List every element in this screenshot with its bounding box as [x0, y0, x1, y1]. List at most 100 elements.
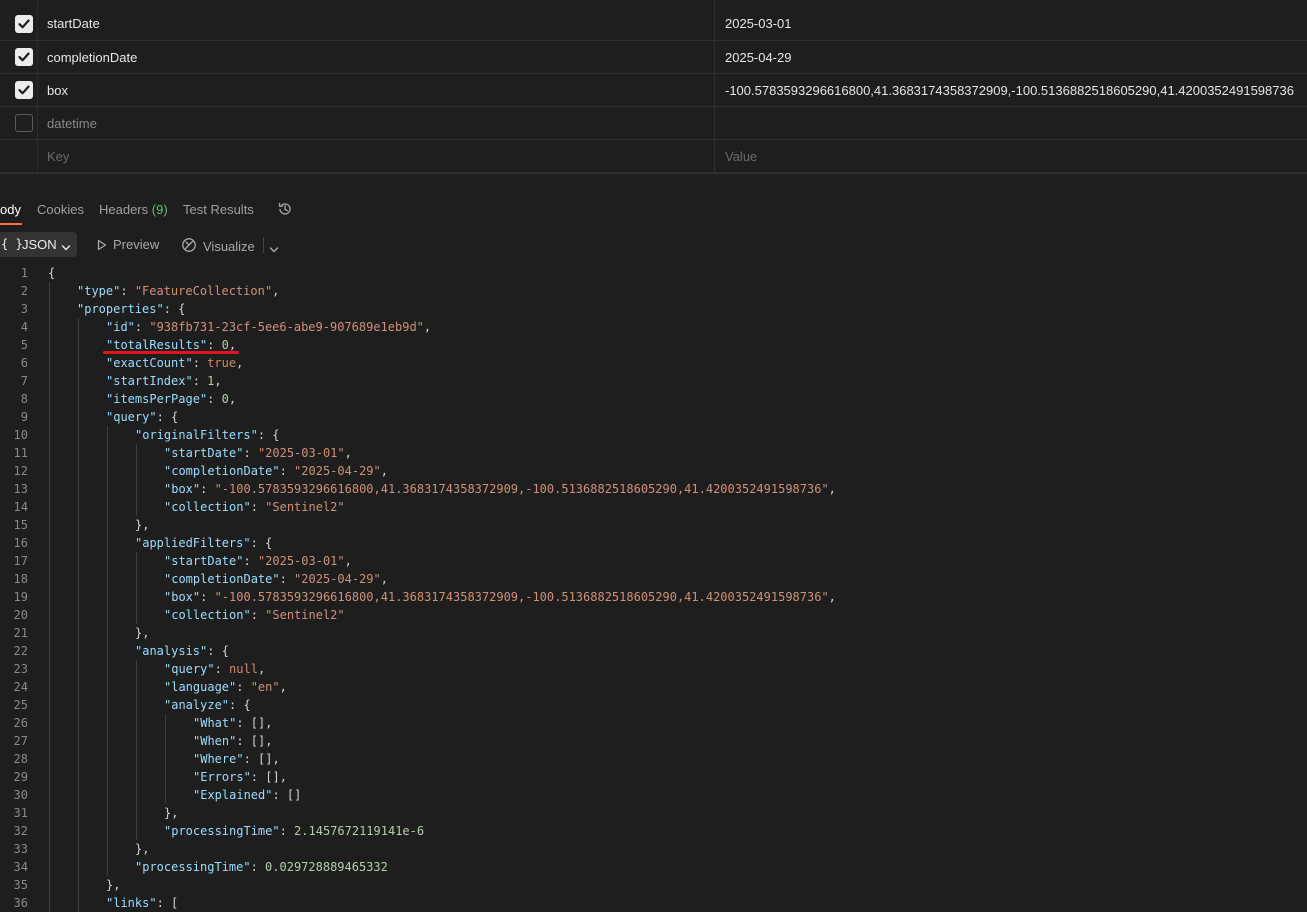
indent-guide — [107, 624, 108, 642]
param-key[interactable]: datetime — [47, 116, 97, 131]
code-token: : { — [229, 698, 251, 712]
indent-guide — [136, 768, 137, 786]
code-token: "processingTime" — [164, 824, 280, 838]
code-token: : [] — [272, 788, 302, 802]
code-token: "Sentinel2" — [265, 500, 345, 514]
code-text: "What": [], — [193, 714, 272, 732]
param-value[interactable]: 2025-04-29 — [725, 50, 792, 65]
indent-guide — [78, 588, 79, 606]
code-token: : — [134, 320, 150, 334]
code-text: "id": "938fb731-23cf-5ee6-abe9-907689e1e… — [106, 318, 431, 336]
code-token: : { — [156, 410, 179, 424]
indent-guide — [49, 786, 50, 804]
indent-guide — [107, 678, 108, 696]
json-response-body[interactable]: 1{2 "type": "FeatureCollection", 3 "propert… — [0, 264, 1307, 912]
param-row-datetime: datetime — [0, 107, 1307, 140]
indent-guide — [107, 480, 108, 498]
line-number: 18 — [13, 572, 28, 586]
param-key[interactable]: startDate — [47, 16, 100, 31]
code-token: : [], — [243, 752, 280, 766]
line-number: 6 — [20, 356, 28, 370]
line-number: 5 — [20, 338, 28, 352]
indent-guide — [136, 498, 137, 516]
line-number: 26 — [13, 716, 28, 730]
line-number: 31 — [13, 806, 28, 820]
column-divider — [37, 41, 38, 73]
new-param-value-input[interactable]: Value — [725, 149, 757, 164]
indent-guide — [49, 498, 50, 516]
code-text: "collection": "Sentinel2" — [164, 498, 345, 516]
code-text: "properties": { — [77, 300, 185, 318]
code-text: { — [48, 264, 55, 282]
indent-guide — [49, 282, 50, 300]
code-text: "completionDate": "2025-04-29", — [164, 570, 388, 588]
code-line: 31}, — [0, 804, 1307, 822]
code-token: , — [380, 464, 388, 478]
indent-guide — [78, 336, 79, 354]
param-key[interactable]: box — [47, 83, 68, 98]
code-token: , — [423, 320, 432, 334]
indent-guide — [78, 660, 79, 678]
code-token: : — [243, 446, 258, 460]
line-number: 10 — [13, 428, 28, 442]
column-divider — [37, 0, 38, 40]
indent-guide — [78, 534, 79, 552]
indent-guide — [49, 678, 50, 696]
indent-guide — [136, 786, 137, 804]
code-token: "itemsPerPage" — [106, 392, 208, 406]
code-token: "938fb731-23cf-5ee6-abe9-907689e1eb9d" — [149, 320, 424, 334]
indent-guide — [107, 534, 108, 552]
code-token: "Where" — [193, 752, 244, 766]
indent-guide — [107, 786, 108, 804]
visualize-dropdown-chevron-icon[interactable] — [269, 240, 285, 255]
line-number: 13 — [13, 482, 28, 496]
line-number: 20 — [13, 608, 28, 622]
tab-cookies[interactable]: Cookies — [37, 202, 84, 217]
code-token: "-100.5783593296616800,41.36831743583729… — [214, 482, 829, 496]
preview-button[interactable]: Preview — [97, 237, 159, 252]
code-line: 18 "completionDate": "2025-04-29", — [0, 570, 1307, 588]
indent-guide — [165, 750, 166, 768]
line-number: 14 — [13, 500, 28, 514]
code-token: "id" — [106, 320, 135, 334]
indent-guide — [107, 588, 108, 606]
param-checkbox[interactable] — [15, 114, 33, 132]
tab-headers[interactable]: Headers (9) — [99, 202, 168, 217]
indent-guide — [49, 354, 50, 372]
line-number: 1 — [20, 266, 28, 280]
code-line: 1{ — [0, 264, 1307, 282]
code-token: "properties" — [77, 302, 164, 316]
tab-test-results[interactable]: Test Results — [183, 202, 254, 217]
code-text: "appliedFilters": { — [135, 534, 272, 552]
new-param-key-input[interactable]: Key — [47, 149, 69, 164]
param-checkbox[interactable] — [15, 48, 33, 66]
code-line: 35}, — [0, 876, 1307, 894]
code-line: 4 "id": "938fb731-23cf-5ee6-abe9-907689e1… — [0, 318, 1307, 336]
param-checkbox[interactable] — [15, 81, 33, 99]
indent-guide — [78, 516, 79, 534]
code-line: 21}, — [0, 624, 1307, 642]
indent-guide — [49, 750, 50, 768]
braces-icon: { } — [1, 237, 23, 251]
history-icon[interactable] — [277, 201, 293, 220]
param-value[interactable]: 2025-03-01 — [725, 16, 792, 31]
visualize-icon — [182, 238, 196, 252]
visualize-button[interactable]: Visualize — [181, 237, 255, 254]
indent-guide — [78, 462, 79, 480]
play-icon — [97, 239, 107, 251]
code-token: , — [214, 374, 222, 388]
code-token: : — [192, 374, 208, 388]
param-key[interactable]: completionDate — [47, 50, 137, 65]
indent-guide — [49, 768, 50, 786]
param-checkbox[interactable] — [15, 15, 33, 33]
code-token: "originalFilters" — [135, 428, 258, 442]
param-row-new: Key Value — [0, 140, 1307, 173]
indent-guide — [49, 696, 50, 714]
format-dropdown[interactable]: { } JSON — [0, 232, 77, 257]
code-token: "Explained" — [193, 788, 273, 802]
tab-body[interactable]: ody — [0, 202, 21, 217]
code-token: , — [272, 284, 280, 298]
code-line: 9 "query": { — [0, 408, 1307, 426]
column-divider — [37, 107, 38, 139]
param-value[interactable]: -100.5783593296616800,41.368317435837290… — [725, 83, 1294, 98]
